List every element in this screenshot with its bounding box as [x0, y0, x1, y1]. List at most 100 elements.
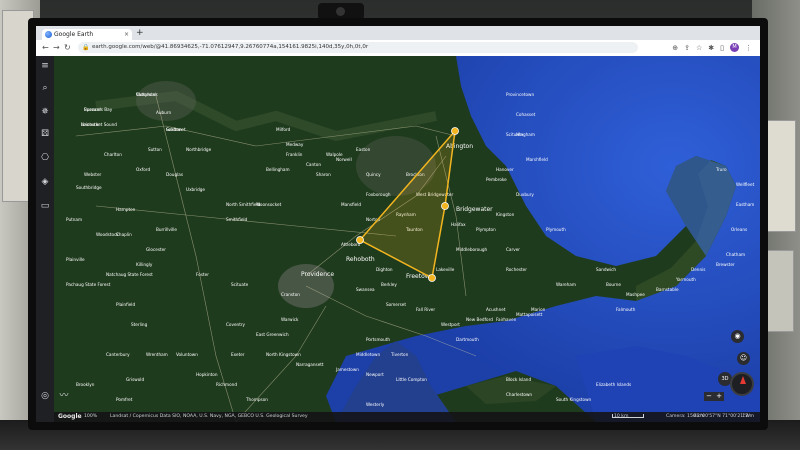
town-label: Oxford: [136, 167, 150, 172]
town-label: Webster: [84, 172, 102, 177]
toolbar-icons: ⊕ ⇪ ☆ ✱ ▯ M ⋮: [672, 42, 752, 53]
town-label: Voluntown: [176, 352, 198, 357]
bookmark-star-icon[interactable]: ☆: [696, 44, 702, 52]
town-label: Auburn: [156, 110, 171, 115]
share-icon[interactable]: ⇪: [684, 44, 690, 52]
town-label: Dighton: [376, 267, 393, 272]
town-label: Scituate: [231, 282, 249, 287]
town-label: Dartmouth: [456, 337, 479, 342]
town-label: Northbridge: [186, 147, 212, 152]
town-label: Marshfield: [526, 157, 548, 162]
polygon-vertex[interactable]: [356, 236, 364, 244]
new-tab-button[interactable]: +: [136, 28, 144, 38]
data-attribution[interactable]: Landsat / Copernicus Data SIO, NOAA, U.S…: [110, 412, 308, 422]
voyager-icon[interactable]: ✵: [39, 106, 51, 118]
town-label: Wareham: [556, 282, 576, 287]
layers-icon[interactable]: ◈: [39, 176, 51, 188]
polygon-vertex[interactable]: [428, 274, 436, 282]
town-label: Pachaug State Forest: [66, 282, 111, 287]
town-label: Middleborough: [456, 247, 488, 252]
town-label: Rehoboth: [346, 256, 375, 263]
town-label: Nantucket Sound: [81, 122, 117, 127]
town-label: Canterbury: [106, 352, 130, 357]
town-label: Quincy: [366, 172, 381, 177]
my-location-icon[interactable]: ◉: [731, 330, 744, 343]
menu-icon[interactable]: ≡: [39, 60, 51, 72]
zoom-icon[interactable]: ⊕: [672, 44, 678, 52]
town-label: Warwick: [281, 317, 299, 322]
town-label: Lakeville: [436, 267, 455, 272]
path-icon[interactable]: 〰: [58, 390, 70, 402]
close-tab-icon[interactable]: ×: [124, 29, 129, 40]
polygon-vertex[interactable]: [441, 202, 449, 210]
town-label: North Kingstown: [266, 352, 301, 357]
load-percent: 100%: [84, 414, 98, 419]
town-label: Cranston: [281, 292, 300, 297]
back-arrow-icon[interactable]: ←: [42, 43, 49, 53]
town-label: Franklin: [286, 152, 303, 157]
town-label: Plainville: [66, 257, 85, 262]
extensions-icon[interactable]: ✱: [708, 44, 714, 52]
satellite-map[interactable]: WorcesterSpencerGraftonLeicesterAuburnCh…: [36, 56, 760, 422]
town-label: Tiverton: [390, 352, 409, 357]
town-label: Foster: [196, 272, 209, 277]
sidebar: ≡ ⌕ ✵ ⚄ ⎔ ◈ ▭ ◎ 〰: [36, 56, 69, 422]
tab-google-earth[interactable]: Google Earth ×: [42, 29, 132, 40]
more-menu-icon[interactable]: ⋮: [745, 44, 752, 52]
town-label: Chaplin: [116, 232, 132, 237]
town-label: Buzzards Bay: [84, 107, 113, 112]
town-label: Acushnet: [486, 307, 506, 312]
zoom-in-button[interactable]: +: [716, 392, 722, 401]
forward-arrow-icon[interactable]: →: [53, 43, 60, 53]
town-label: Exeter: [231, 352, 245, 357]
town-label: Plympton: [476, 227, 496, 232]
dice-icon[interactable]: ⚄: [39, 128, 51, 140]
profile-avatar[interactable]: M: [730, 43, 739, 52]
town-label: Smithfield: [226, 217, 248, 222]
town-label: Westport: [441, 322, 460, 327]
reload-icon[interactable]: ↻: [64, 43, 71, 53]
measure-icon[interactable]: ▭: [39, 200, 51, 212]
town-label: Milford: [276, 127, 291, 132]
town-label: Yarmouth: [675, 277, 696, 282]
town-label: Westerly: [366, 402, 385, 407]
town-label: Putnam: [66, 217, 82, 222]
sidebar-toggle-icon[interactable]: ▯: [720, 44, 724, 52]
town-label: Portsmouth: [366, 337, 390, 342]
earth-map-view[interactable]: Worcester Spencer Grafton Leicester Auburn Ch…: [36, 56, 760, 422]
town-label: Block Island: [506, 377, 531, 382]
town-label: Charlton: [104, 152, 122, 157]
town-label: Duxbury: [516, 192, 534, 197]
town-label: Sterling: [131, 322, 148, 327]
town-label: Southbridge: [76, 185, 102, 190]
town-label: Hanover: [496, 167, 514, 172]
street-view-person-icon[interactable]: ☺: [737, 352, 750, 365]
tab-bar: Google Earth × +: [36, 26, 760, 40]
town-label: Narragansett: [296, 362, 324, 367]
town-label: South Kingstown: [556, 397, 592, 402]
town-label: Sharon: [316, 172, 331, 177]
town-label: Hingham: [516, 132, 535, 137]
town-label: Cohasset: [516, 112, 536, 117]
compass-icon[interactable]: [730, 372, 754, 396]
location-pin-icon[interactable]: ◎: [39, 390, 51, 402]
town-label: Chatham: [726, 252, 745, 257]
zoom-out-button[interactable]: −: [706, 392, 712, 401]
town-label: Brooklyn: [76, 382, 95, 387]
town-label: Norwell: [336, 157, 352, 162]
town-label: Fall River: [416, 307, 435, 312]
town-label: Mashpee: [626, 292, 645, 297]
url-field[interactable]: 🔒 earth.google.com/web/@41.86934625,-71.…: [78, 42, 638, 53]
town-label: Middletown: [356, 352, 380, 357]
town-label: Mattapoisett: [516, 312, 543, 317]
town-label: Walpole: [326, 152, 343, 157]
projects-icon[interactable]: ⎔: [39, 152, 51, 164]
address-bar-row: ← → ↻ 🔒 earth.google.com/web/@41.8693462…: [36, 40, 760, 57]
search-icon[interactable]: ⌕: [39, 82, 51, 94]
scale-bar: 10 km: [611, 412, 645, 422]
town-label: Jamestown: [335, 367, 359, 372]
town-label: Plymouth: [546, 227, 566, 232]
polygon-vertex[interactable]: [451, 127, 459, 135]
town-label: Hopkinton: [196, 372, 218, 377]
url-text: earth.google.com/web/@41.86934625,-71.07…: [92, 44, 369, 50]
